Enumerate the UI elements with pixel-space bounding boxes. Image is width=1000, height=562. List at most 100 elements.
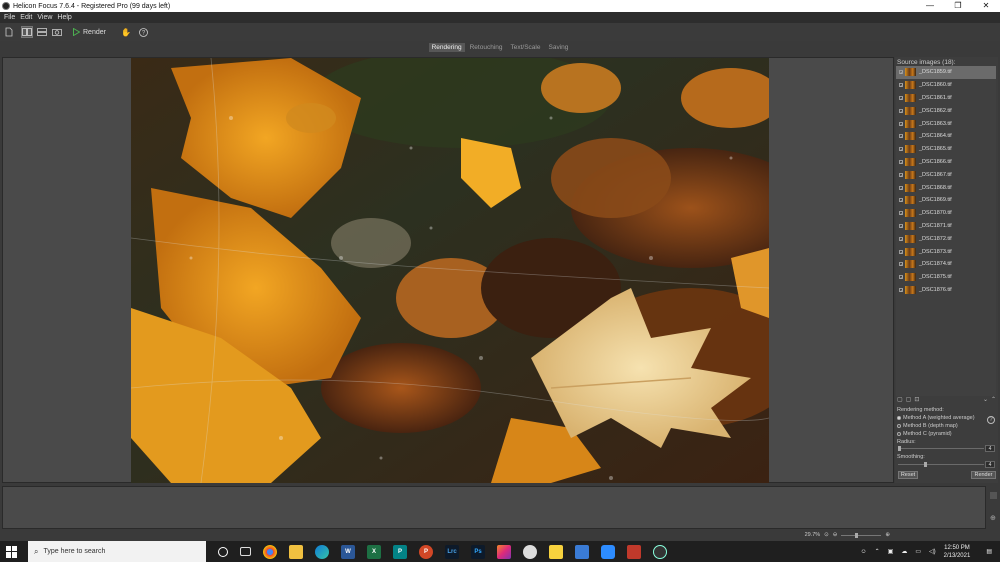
file-explorer-icon[interactable] [289,544,303,559]
expand-icon[interactable]: ⌃ [991,396,996,403]
checkbox-icon[interactable]: ✓ [899,185,903,190]
smoothing-value[interactable]: 4 [985,461,995,468]
chevron-up-icon[interactable]: ⌃ [875,548,880,555]
horizontal-split-icon[interactable] [36,26,48,38]
file-list-item[interactable]: ✓ _DSC1862.tif [896,104,996,117]
checkbox-icon[interactable]: ✓ [899,262,903,267]
reset-button[interactable]: Reset [898,471,918,479]
maximize-icon[interactable]: ❐ [944,0,972,12]
preview-icon[interactable]: ⊡ [914,396,919,403]
zoom-out-icon[interactable]: ⊖ [833,532,838,538]
collapse-icon[interactable]: ⌄ [983,396,988,403]
file-list-item[interactable]: ✓ _DSC1871.tif [896,220,996,233]
checkbox-icon[interactable]: ✓ [899,70,903,75]
method-b-option[interactable]: Method B (depth map) [897,422,996,430]
zoom-fit-icon[interactable]: ⊙ [824,532,829,538]
menu-help[interactable]: Help [57,14,71,21]
taskbar-search[interactable]: ⌕ Type here to search [28,541,206,562]
helicon-focus-taskbar-icon[interactable] [653,544,667,559]
file-list-item[interactable]: ✓ _DSC1864.tif [896,130,996,143]
checkbox-icon[interactable]: ✓ [899,198,903,203]
checkbox-icon[interactable]: ✓ [899,147,903,152]
calculator-icon[interactable] [575,544,589,559]
checkbox-icon[interactable]: ✓ [899,275,903,280]
checkbox-icon[interactable]: ✓ [899,249,903,254]
device-icon[interactable]: ▣ [888,548,894,555]
smoothing-slider[interactable] [898,462,984,467]
checkbox-icon[interactable]: ✓ [899,83,903,88]
checkbox-icon[interactable]: ✓ [899,172,903,177]
file-list[interactable]: ✓ _DSC1859.tif ✓ _DSC1860.tif ✓ _DSC1861.tif ✓… [896,66,996,396]
lightroom-icon[interactable]: Lrc [445,544,459,559]
notifications-icon[interactable]: ▤ [986,548,992,555]
checkbox-icon[interactable]: ✓ [899,287,903,292]
people-icon[interactable]: ☺ [860,549,866,555]
network-icon[interactable]: ▭ [915,548,921,555]
zoom-app-icon[interactable] [601,544,615,559]
add-file-icon[interactable]: ▢ [897,396,903,403]
sticky-notes-icon[interactable] [549,544,563,559]
checkbox-icon[interactable]: ✓ [899,134,903,139]
menu-file[interactable]: File [4,14,15,21]
file-list-item[interactable]: ✓ _DSC1875.tif [896,271,996,284]
file-list-item[interactable]: ✓ _DSC1876.tif [896,284,996,297]
chrome-icon[interactable] [263,544,277,559]
file-list-item[interactable]: ✓ _DSC1867.tif [896,168,996,181]
checkbox-icon[interactable]: ✓ [899,159,903,164]
tab-saving[interactable]: Saving [546,43,572,52]
checkbox-icon[interactable]: ✓ [899,108,903,113]
copy-icon[interactable] [990,492,997,499]
radius-slider[interactable] [898,446,984,451]
file-list-item[interactable]: ✓ _DSC1866.tif [896,156,996,169]
menu-view[interactable]: View [37,14,52,21]
word-icon[interactable]: W [341,544,355,559]
render-button[interactable]: Render [73,28,106,36]
tab-rendering[interactable]: Rendering [428,42,465,52]
publisher-icon[interactable]: P [393,544,407,559]
checkbox-icon[interactable]: ✓ [899,211,903,216]
zoom-slider[interactable] [841,532,882,538]
photoshop-icon[interactable]: Ps [471,544,485,559]
file-list-item[interactable]: ✓ _DSC1873.tif [896,245,996,258]
file-list-item[interactable]: ✓ _DSC1861.tif [896,92,996,105]
remove-file-icon[interactable]: ▢ [906,396,912,403]
zoom-icon[interactable]: ⊕ [990,514,996,522]
split-view-icon[interactable] [21,26,33,38]
image-viewer[interactable] [2,57,894,483]
panel-render-button[interactable]: Render [971,471,996,479]
minimize-icon[interactable]: — [916,0,944,12]
file-list-item[interactable]: ✓ _DSC1860.tif [896,79,996,92]
edge-icon[interactable] [315,544,329,559]
file-list-item[interactable]: ✓ _DSC1874.tif [896,258,996,271]
new-file-icon[interactable] [3,26,15,38]
log-pane[interactable] [2,486,986,529]
checkbox-icon[interactable]: ✓ [899,95,903,100]
photos-icon[interactable] [497,544,511,559]
file-list-item[interactable]: ✓ _DSC1870.tif [896,207,996,220]
radius-value[interactable]: 4 [985,445,995,452]
file-list-item[interactable]: ✓ _DSC1865.tif [896,143,996,156]
menu-edit[interactable]: Edit [20,14,32,21]
help-icon[interactable]: ? [138,26,150,38]
method-a-option[interactable]: Method A (weighted average) [897,414,996,422]
cloud-icon[interactable]: ☁ [901,548,907,555]
powerpoint-icon[interactable]: P [419,544,433,559]
windows-start-icon[interactable] [6,545,18,558]
file-list-item[interactable]: ✓ _DSC1869.tif [896,194,996,207]
file-list-item[interactable]: ✓ _DSC1868.tif [896,181,996,194]
close-icon[interactable]: ✕ [972,0,1000,12]
tab-text-scale[interactable]: Text/Scale [508,43,544,52]
camera-icon[interactable] [51,26,63,38]
task-view-icon[interactable] [240,547,251,556]
clock[interactable]: 12:50 PM 2/13/2021 [944,544,971,560]
file-list-item[interactable]: ✓ _DSC1859.tif [896,66,996,79]
volume-icon[interactable]: ◁) [929,548,936,555]
tab-retouching[interactable]: Retouching [467,43,506,52]
checkbox-icon[interactable]: ✓ [899,236,903,241]
method-c-option[interactable]: Method C (pyramid) [897,430,996,438]
checkbox-icon[interactable]: ✓ [899,121,903,126]
hand-icon[interactable]: ✋ [120,26,132,38]
file-list-item[interactable]: ✓ _DSC1872.tif [896,232,996,245]
cortana-icon[interactable] [218,546,228,557]
excel-icon[interactable]: X [367,544,381,559]
